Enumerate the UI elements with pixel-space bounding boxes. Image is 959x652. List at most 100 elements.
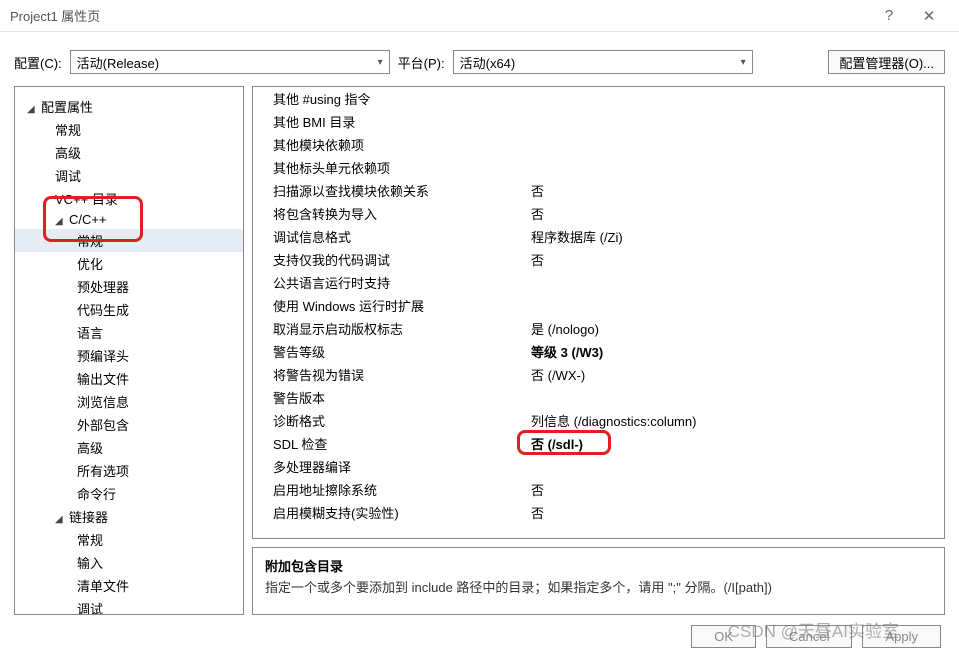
tree-item[interactable]: 所有选项 (15, 459, 243, 482)
tree-item-label: 常规 (77, 533, 103, 548)
tree-item[interactable]: 输出文件 (15, 367, 243, 390)
tree-item[interactable]: 外部包含 (15, 413, 243, 436)
tree-item[interactable]: 优化 (15, 252, 243, 275)
cancel-button[interactable]: Cancel (766, 625, 852, 648)
property-row[interactable]: 将包含转换为导入否 (253, 202, 944, 225)
tree-item-label: 清单文件 (77, 579, 129, 594)
property-row[interactable]: 启用模糊支持(实验性)否 (253, 501, 944, 524)
apply-button[interactable]: Apply (862, 625, 941, 648)
property-key: 诊断格式 (273, 411, 523, 430)
property-row[interactable]: 启用地址擦除系统否 (253, 478, 944, 501)
platform-value: 活动(x64) (460, 53, 516, 72)
config-dropdown[interactable]: 活动(Release) ▾ (70, 50, 390, 74)
property-row[interactable]: 其他标头单元依赖项 (253, 156, 944, 179)
platform-dropdown[interactable]: 活动(x64) ▾ (453, 50, 753, 74)
tree-item-label: 配置属性 (41, 100, 93, 115)
description-title: 附加包含目录 (265, 556, 932, 575)
tree-item-label: 预编译头 (77, 349, 129, 364)
tree-item-label: 所有选项 (77, 464, 129, 479)
property-key: 其他 BMI 目录 (273, 112, 523, 131)
tree-item-label: 输出文件 (77, 372, 129, 387)
tree-panel[interactable]: ◢配置属性常规高级调试VC++ 目录◢C/C++常规优化预处理器代码生成语言预编… (14, 86, 244, 615)
tree-item[interactable]: 调试 (15, 597, 243, 615)
property-key: 支持仅我的代码调试 (273, 250, 523, 269)
property-value: 程序数据库 (/Zi) (523, 227, 623, 246)
property-key: SDL 检查 (273, 434, 523, 453)
titlebar: Project1 属性页 ? ✕ (0, 0, 959, 32)
property-key: 使用 Windows 运行时扩展 (273, 296, 523, 315)
property-key: 启用模糊支持(实验性) (273, 503, 523, 522)
expander-icon[interactable]: ◢ (55, 514, 67, 525)
property-row[interactable]: 诊断格式列信息 (/diagnostics:column) (253, 409, 944, 432)
highlight-annotation (43, 196, 143, 242)
tree-item[interactable]: 输入 (15, 551, 243, 574)
tree-item-label: 调试 (55, 169, 81, 184)
chevron-down-icon: ▾ (741, 57, 746, 68)
property-value: 是 (/nologo) (523, 319, 599, 338)
property-key: 其他 #using 指令 (273, 89, 523, 108)
property-row[interactable]: 扫描源以查找模块依赖关系否 (253, 179, 944, 202)
tree-item[interactable]: ◢配置属性 (15, 95, 243, 118)
property-row[interactable]: 支持仅我的代码调试否 (253, 248, 944, 271)
close-icon[interactable]: ✕ (909, 2, 949, 30)
property-key: 公共语言运行时支持 (273, 273, 523, 292)
content-area: ◢配置属性常规高级调试VC++ 目录◢C/C++常规优化预处理器代码生成语言预编… (0, 86, 959, 615)
tree-item[interactable]: 常规 (15, 118, 243, 141)
property-value: 否 (/WX-) (523, 365, 585, 384)
property-grid[interactable]: 其他 #using 指令其他 BMI 目录其他模块依赖项其他标头单元依赖项扫描源… (252, 86, 945, 539)
property-value: 否 (523, 480, 544, 499)
tree-item[interactable]: 预编译头 (15, 344, 243, 367)
tree-item[interactable]: 命令行 (15, 482, 243, 505)
property-key: 警告版本 (273, 388, 523, 407)
property-row[interactable]: 其他 BMI 目录 (253, 110, 944, 133)
property-value: 否 (523, 250, 544, 269)
property-key: 启用地址擦除系统 (273, 480, 523, 499)
tree-item[interactable]: 语言 (15, 321, 243, 344)
tree-item[interactable]: 清单文件 (15, 574, 243, 597)
window-title: Project1 属性页 (10, 6, 100, 25)
property-row[interactable]: 警告等级等级 3 (/W3) (253, 340, 944, 363)
tree-item[interactable]: 预处理器 (15, 275, 243, 298)
tree-item[interactable]: 高级 (15, 141, 243, 164)
chevron-down-icon: ▾ (378, 57, 383, 68)
tree-item[interactable]: 高级 (15, 436, 243, 459)
config-label: 配置(C): (14, 53, 62, 72)
property-key: 将警告视为错误 (273, 365, 523, 384)
property-row[interactable]: 其他模块依赖项 (253, 133, 944, 156)
property-row[interactable]: 取消显示启动版权标志是 (/nologo) (253, 317, 944, 340)
property-row[interactable]: 调试信息格式程序数据库 (/Zi) (253, 225, 944, 248)
property-row[interactable]: 使用 Windows 运行时扩展 (253, 294, 944, 317)
tree-item[interactable]: ◢链接器 (15, 505, 243, 528)
property-key: 调试信息格式 (273, 227, 523, 246)
property-value: 否 (523, 181, 544, 200)
tree-item-label: 高级 (77, 441, 103, 456)
property-key: 扫描源以查找模块依赖关系 (273, 181, 523, 200)
config-value: 活动(Release) (77, 53, 159, 72)
property-value: 否 (523, 204, 544, 223)
tree-item[interactable]: 常规 (15, 528, 243, 551)
property-row[interactable]: 其他 #using 指令 (253, 87, 944, 110)
expander-icon[interactable]: ◢ (27, 104, 39, 115)
property-value: 列信息 (/diagnostics:column) (523, 411, 696, 430)
help-icon[interactable]: ? (869, 2, 909, 30)
tree-item[interactable]: 浏览信息 (15, 390, 243, 413)
config-bar: 配置(C): 活动(Release) ▾ 平台(P): 活动(x64) ▾ 配置… (0, 32, 959, 86)
property-row[interactable]: 警告版本 (253, 386, 944, 409)
property-value: 等级 3 (/W3) (523, 342, 603, 361)
property-row[interactable]: 多处理器编译 (253, 455, 944, 478)
right-column: 其他 #using 指令其他 BMI 目录其他模块依赖项其他标头单元依赖项扫描源… (252, 86, 945, 615)
property-key: 多处理器编译 (273, 457, 523, 476)
highlight-annotation (517, 430, 611, 455)
property-row[interactable]: 将警告视为错误否 (/WX-) (253, 363, 944, 386)
tree-item[interactable]: 调试 (15, 164, 243, 187)
tree-item[interactable]: 代码生成 (15, 298, 243, 321)
platform-label: 平台(P): (398, 53, 445, 72)
description-panel: 附加包含目录 指定一个或多个要添加到 include 路径中的目录；如果指定多个… (252, 547, 945, 615)
property-key: 警告等级 (273, 342, 523, 361)
config-manager-button[interactable]: 配置管理器(O)... (828, 50, 945, 74)
tree-item-label: 代码生成 (77, 303, 129, 318)
property-row[interactable]: 公共语言运行时支持 (253, 271, 944, 294)
description-text: 指定一个或多个要添加到 include 路径中的目录；如果指定多个，请用 ";"… (265, 577, 932, 596)
ok-button[interactable]: OK (691, 625, 756, 648)
system-buttons: ? ✕ (869, 2, 949, 30)
